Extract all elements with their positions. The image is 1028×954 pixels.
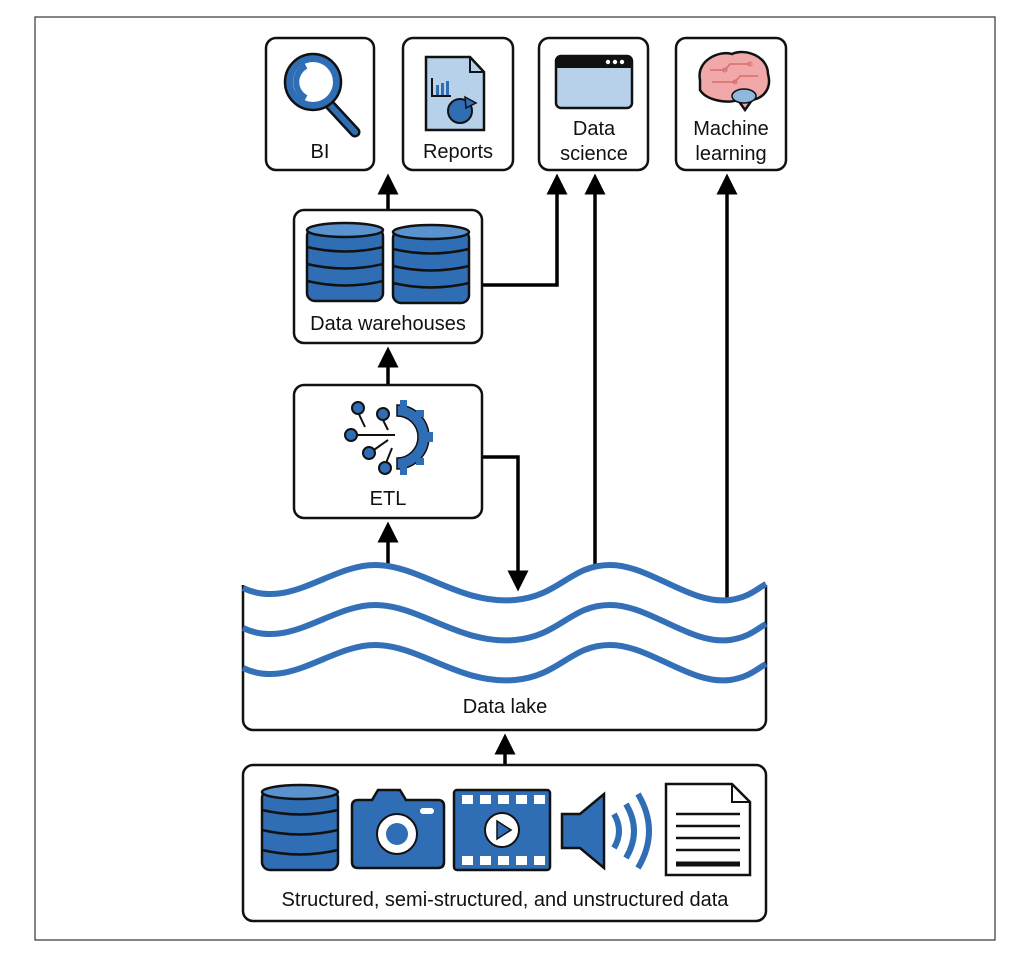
diagram-canvas: BI Reports Data science Machine learning… xyxy=(34,16,996,941)
bi-label: BI xyxy=(311,141,330,163)
data-science-label-1: Data xyxy=(573,118,616,140)
ml-label-2: learning xyxy=(695,143,766,165)
node-data-science: Data science xyxy=(537,36,650,172)
node-bi: BI xyxy=(264,36,376,172)
sources-label: Structured, semi-structured, and unstruc… xyxy=(282,889,730,911)
video-icon xyxy=(452,788,552,872)
browser-window-icon xyxy=(554,54,634,110)
etl-label: ETL xyxy=(370,488,407,510)
data-warehouses-label: Data warehouses xyxy=(310,313,466,335)
data-science-label-2: science xyxy=(560,143,628,165)
waves-icon xyxy=(241,561,768,684)
database-icon xyxy=(391,223,471,305)
node-machine-learning: Machine learning xyxy=(674,36,788,172)
node-reports: Reports xyxy=(401,36,515,172)
node-data-lake: Data lake xyxy=(241,561,768,732)
data-lake-label: Data lake xyxy=(463,696,548,718)
reports-label: Reports xyxy=(423,141,493,163)
node-sources: Structured, semi-structured, and unstruc… xyxy=(241,763,768,923)
camera-icon xyxy=(350,788,446,870)
arrow-dw-to-data-science xyxy=(482,173,568,287)
diagram: BI Reports Data science Machine learning… xyxy=(0,0,1028,954)
ml-label-1: Machine xyxy=(693,118,769,140)
report-document-icon xyxy=(424,55,486,132)
node-etl: ETL xyxy=(292,383,484,520)
database-icon xyxy=(305,221,385,303)
node-data-warehouses: Data warehouses xyxy=(292,208,484,345)
arrow-etl-to-lake xyxy=(482,455,529,592)
database-icon xyxy=(260,783,340,872)
document-icon xyxy=(664,782,752,877)
